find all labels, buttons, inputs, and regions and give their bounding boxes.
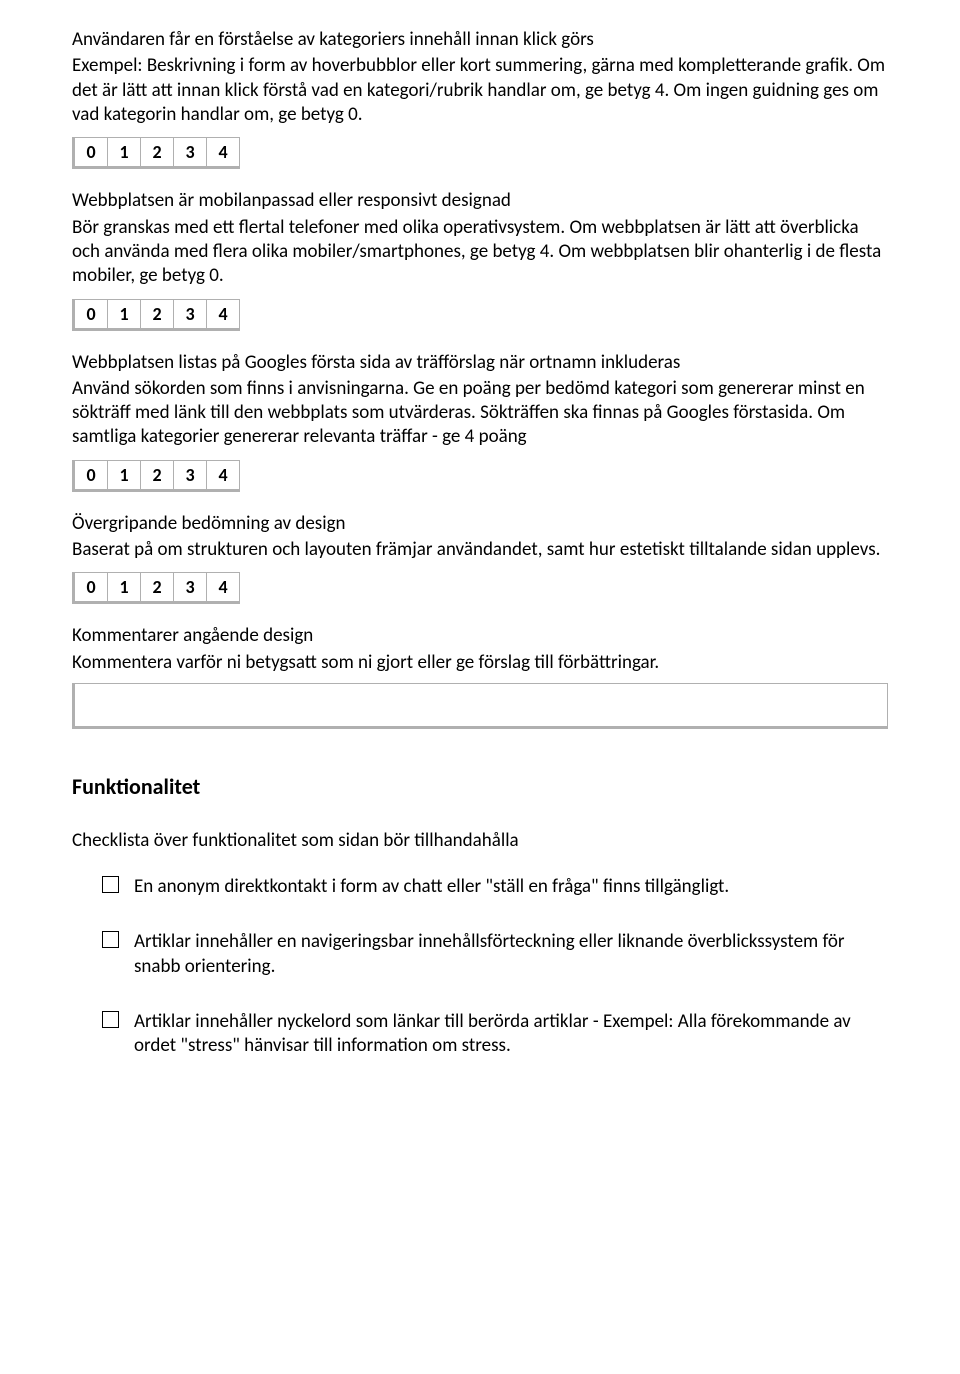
functionality-section: Funktionalitet Checklista över funktiona… bbox=[72, 773, 888, 1059]
criterion-block: Webbplatsen listas på Googles första sid… bbox=[72, 351, 888, 492]
comments-desc: Kommentera varför ni betygsatt som ni gj… bbox=[72, 651, 888, 675]
rating-option-4[interactable]: 4 bbox=[207, 137, 240, 166]
comments-title: Kommentarer angående design bbox=[72, 624, 888, 648]
rating-option-0[interactable]: 0 bbox=[75, 299, 108, 328]
rating-option-4[interactable]: 4 bbox=[207, 460, 240, 489]
checklist-item-label: En anonym direktkontakt i form av chatt … bbox=[134, 875, 729, 898]
rating-option-2[interactable]: 2 bbox=[141, 299, 174, 328]
rating-option-0[interactable]: 0 bbox=[75, 572, 108, 601]
rating-option-3[interactable]: 3 bbox=[174, 572, 207, 601]
rating-option-1[interactable]: 1 bbox=[108, 460, 141, 489]
rating-option-1[interactable]: 1 bbox=[108, 299, 141, 328]
rating-option-2[interactable]: 2 bbox=[141, 572, 174, 601]
criterion-block: Övergripande bedömning av design Baserat… bbox=[72, 512, 888, 605]
criterion-title: Webbplatsen listas på Googles första sid… bbox=[72, 351, 888, 375]
functionality-subheading: Checklista över funktionalitet som sidan… bbox=[72, 829, 888, 853]
criterion-block: Webbplatsen är mobilanpassad eller respo… bbox=[72, 189, 888, 330]
checkbox-icon[interactable] bbox=[102, 876, 119, 893]
rating-option-2[interactable]: 2 bbox=[141, 137, 174, 166]
rating-scale[interactable]: 0 1 2 3 4 bbox=[72, 572, 240, 604]
rating-option-4[interactable]: 4 bbox=[207, 572, 240, 601]
rating-option-0[interactable]: 0 bbox=[75, 137, 108, 166]
comments-block: Kommentarer angående design Kommentera v… bbox=[72, 624, 888, 729]
functionality-checklist: En anonym direktkontakt i form av chatt … bbox=[72, 875, 888, 1058]
criterion-desc: Bör granskas med ett flertal telefoner m… bbox=[72, 216, 888, 289]
rating-scale[interactable]: 0 1 2 3 4 bbox=[72, 137, 240, 169]
checklist-item-label: Artiklar innehåller en navigeringsbar in… bbox=[134, 930, 845, 978]
rating-option-3[interactable]: 3 bbox=[174, 299, 207, 328]
criterion-desc: Använd sökorden som finns i anvisningarn… bbox=[72, 377, 888, 450]
rating-option-1[interactable]: 1 bbox=[108, 572, 141, 601]
criterion-block: Användaren får en förståelse av kategori… bbox=[72, 28, 888, 169]
rating-scale[interactable]: 0 1 2 3 4 bbox=[72, 299, 240, 331]
criterion-desc: Baserat på om strukturen och layouten fr… bbox=[72, 538, 888, 562]
checklist-item: Artiklar innehåller en navigeringsbar in… bbox=[102, 930, 888, 979]
rating-option-3[interactable]: 3 bbox=[174, 137, 207, 166]
rating-option-1[interactable]: 1 bbox=[108, 137, 141, 166]
criterion-title: Webbplatsen är mobilanpassad eller respo… bbox=[72, 189, 888, 213]
rating-option-2[interactable]: 2 bbox=[141, 460, 174, 489]
rating-option-3[interactable]: 3 bbox=[174, 460, 207, 489]
checklist-item-label: Artiklar innehåller nyckelord som länkar… bbox=[134, 1010, 851, 1058]
criterion-title: Övergripande bedömning av design bbox=[72, 512, 888, 536]
criterion-title: Användaren får en förståelse av kategori… bbox=[72, 28, 888, 52]
functionality-heading: Funktionalitet bbox=[72, 773, 888, 801]
checklist-item: En anonym direktkontakt i form av chatt … bbox=[102, 875, 888, 900]
checklist-item: Artiklar innehåller nyckelord som länkar… bbox=[102, 1010, 888, 1059]
checkbox-icon[interactable] bbox=[102, 1011, 119, 1028]
rating-scale[interactable]: 0 1 2 3 4 bbox=[72, 460, 240, 492]
rating-option-4[interactable]: 4 bbox=[207, 299, 240, 328]
checkbox-icon[interactable] bbox=[102, 931, 119, 948]
criterion-desc: Exempel: Beskrivning i form av hoverbubb… bbox=[72, 54, 888, 127]
rating-option-0[interactable]: 0 bbox=[75, 460, 108, 489]
comments-input[interactable] bbox=[72, 683, 888, 729]
